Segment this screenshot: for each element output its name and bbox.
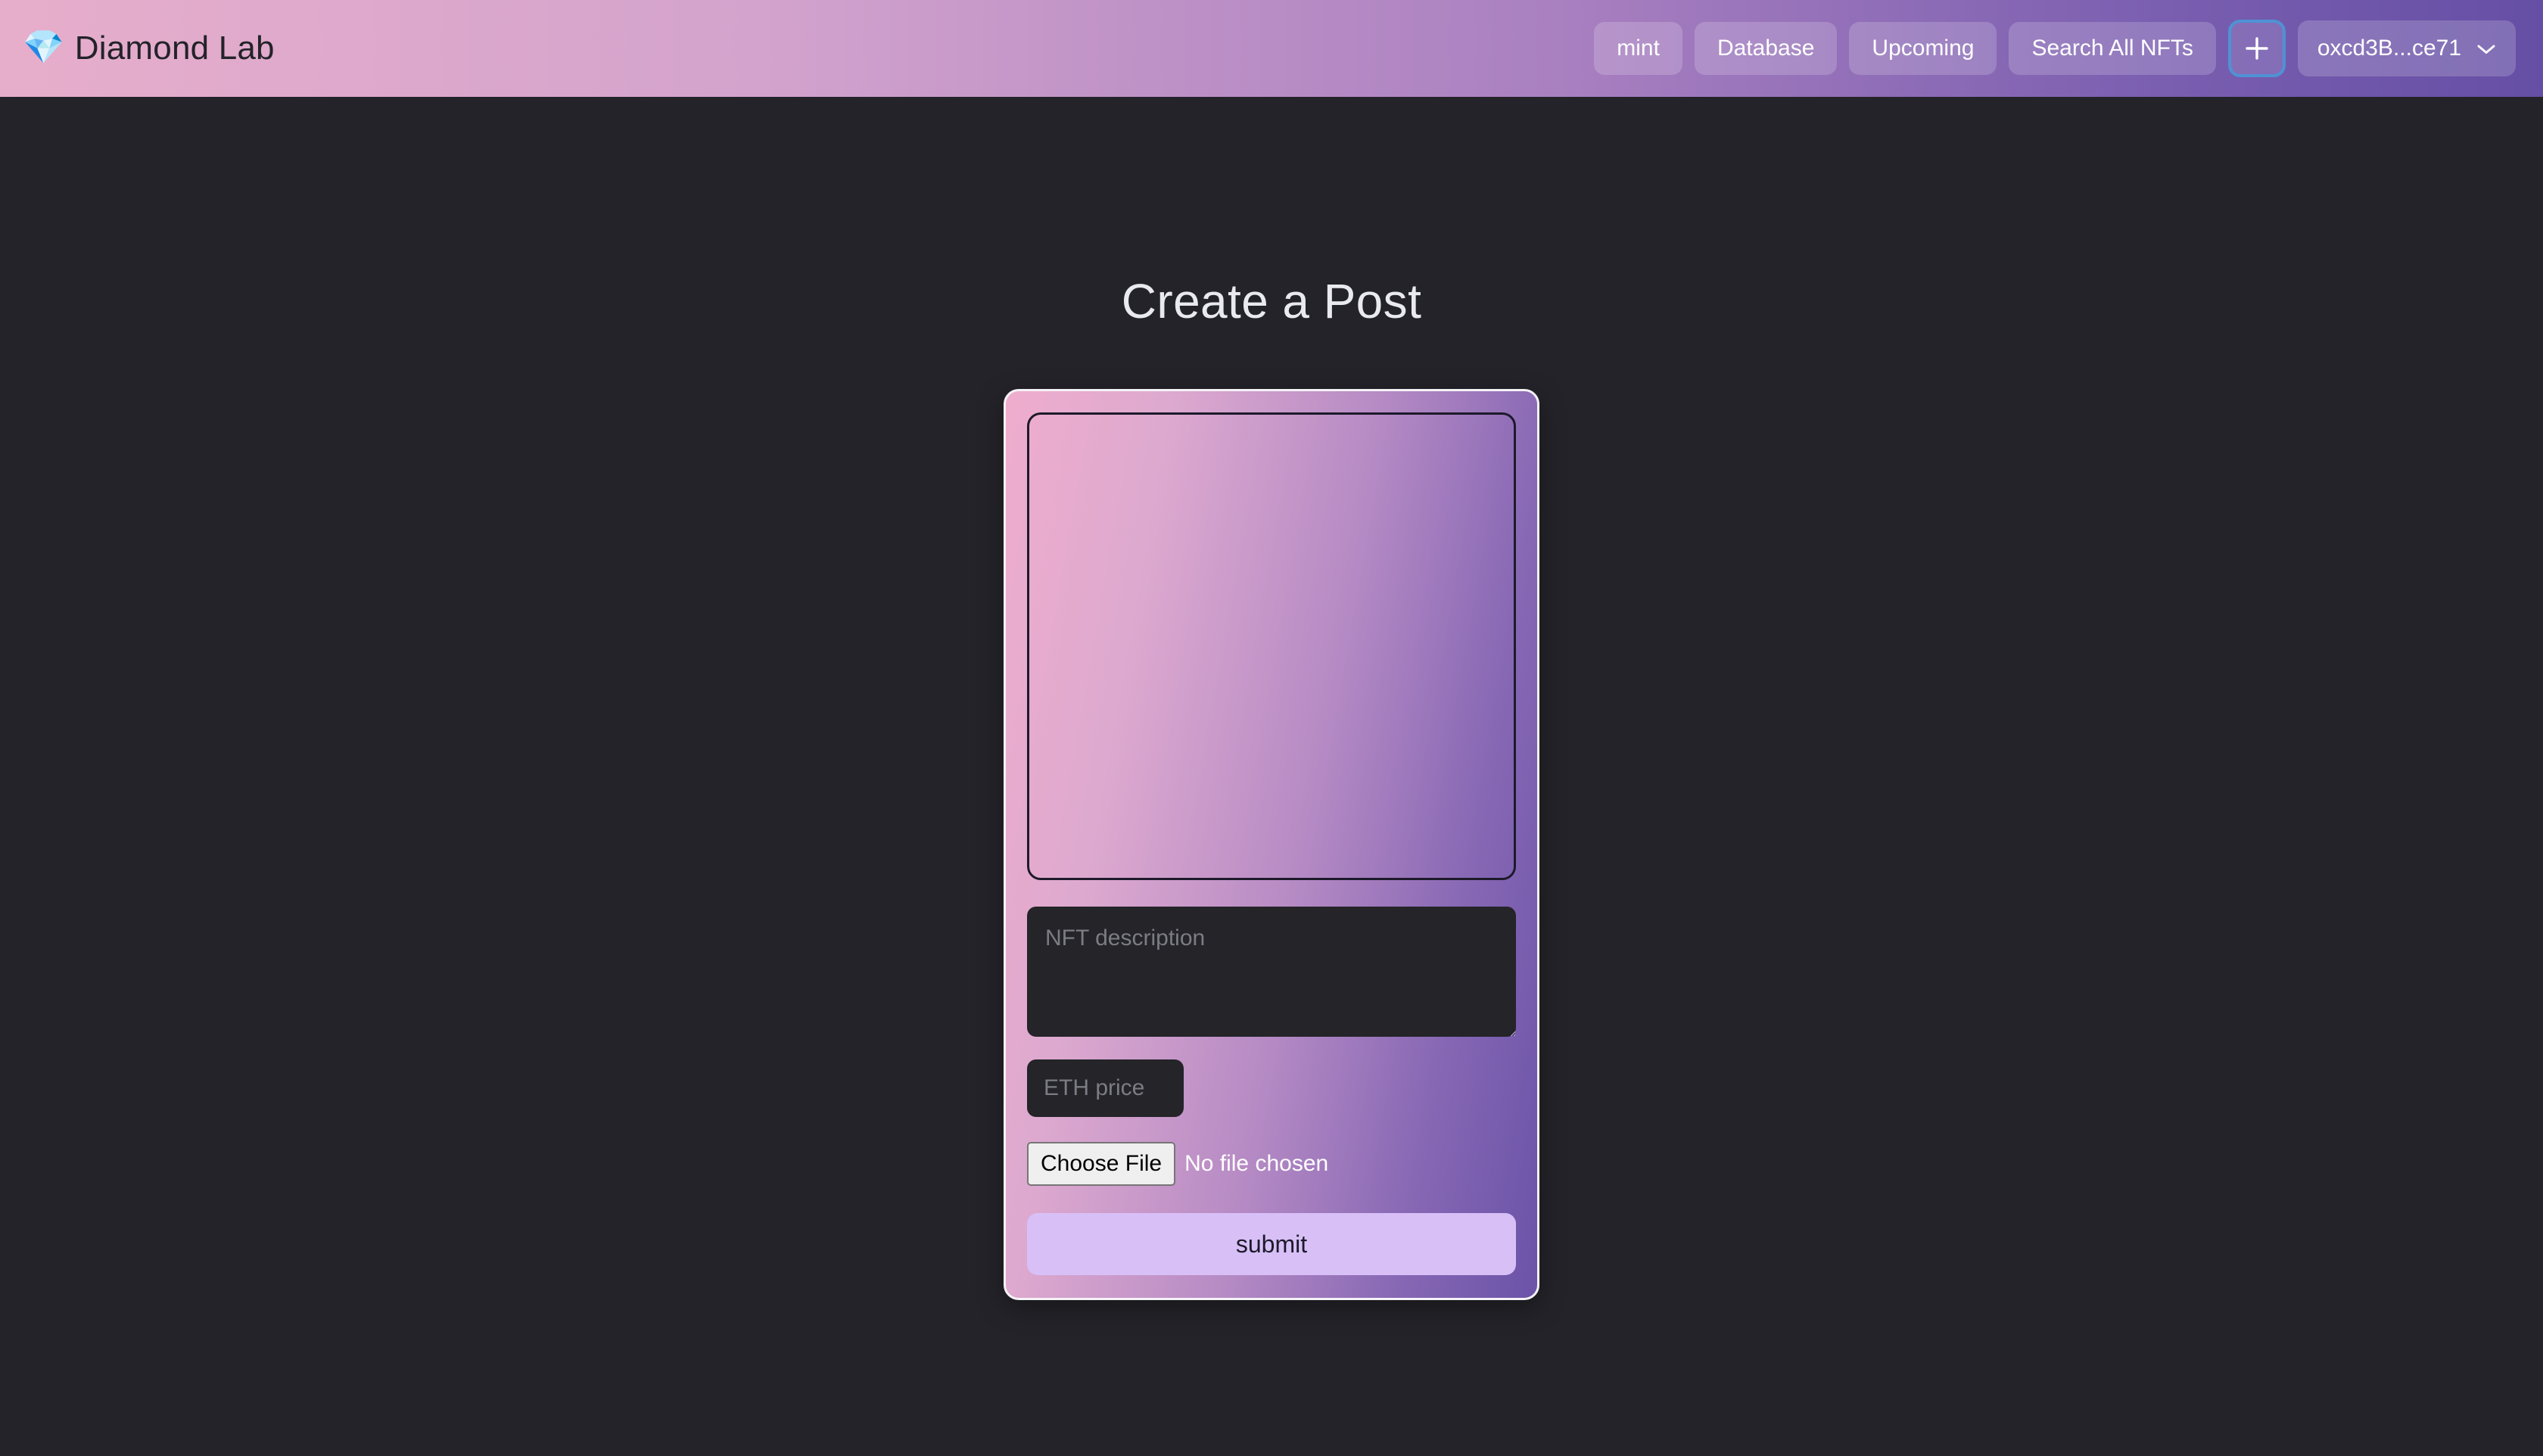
plus-icon	[2243, 34, 2271, 63]
main-content: Create a Post Choose File No file chosen…	[0, 97, 2543, 1456]
file-status-label: No file chosen	[1184, 1151, 1329, 1176]
page-title: Create a Post	[1121, 274, 1422, 328]
nav-item-mint[interactable]: mint	[1594, 22, 1682, 75]
create-post-card: Choose File No file chosen submit	[1004, 389, 1539, 1300]
nav-item-upcoming[interactable]: Upcoming	[1849, 22, 1997, 75]
diamond-icon: 💎	[23, 29, 64, 66]
nav-item-search-all-nfts[interactable]: Search All NFTs	[2009, 22, 2216, 75]
brand-name: Diamond Lab	[74, 30, 275, 67]
eth-price-input[interactable]	[1027, 1059, 1184, 1117]
wallet-menu-button[interactable]: oxcd3B...ce71	[2297, 20, 2516, 76]
brand[interactable]: 💎 Diamond Lab	[23, 30, 275, 67]
wallet-address: oxcd3B...ce71	[2317, 36, 2461, 61]
nft-description-input[interactable]	[1027, 907, 1516, 1037]
header-actions: mint Database Upcoming Search All NFTs o…	[1594, 20, 2516, 77]
file-upload-row[interactable]: Choose File No file chosen	[1027, 1142, 1516, 1186]
submit-button[interactable]: submit	[1027, 1213, 1516, 1275]
price-field-wrapper	[1027, 1059, 1516, 1117]
nft-image-preview[interactable]	[1027, 412, 1516, 880]
nav-item-database[interactable]: Database	[1694, 22, 1838, 75]
add-button[interactable]	[2227, 20, 2286, 77]
chevron-down-icon	[2476, 36, 2496, 61]
description-field-wrapper	[1027, 907, 1516, 1037]
choose-file-button[interactable]: Choose File	[1027, 1142, 1176, 1186]
app-header: 💎 Diamond Lab mint Database Upcoming Sea…	[0, 0, 2543, 97]
